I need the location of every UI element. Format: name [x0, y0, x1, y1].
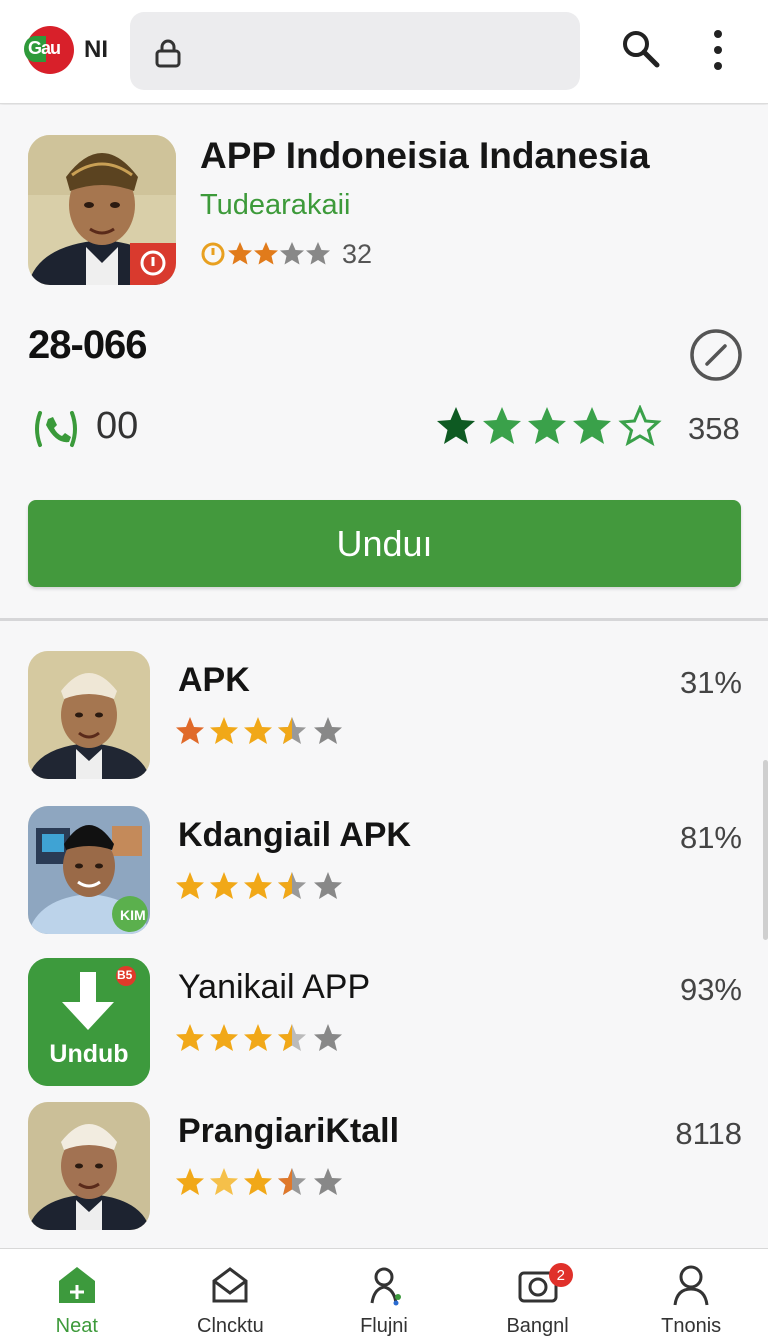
list-item[interactable]: B5 Undub Yanikail APP 93% — [0, 958, 768, 1098]
logo-badge: Gau — [24, 26, 74, 74]
list-item[interactable]: KIM Kdangiail APK 81% — [0, 806, 768, 946]
nav-label: Clncktu — [197, 1315, 264, 1337]
nav-label: Tnonis — [661, 1315, 722, 1337]
nav-item-bangnl[interactable]: 2 Bangnl — [461, 1249, 615, 1344]
list-item-stars — [176, 1024, 342, 1051]
app-rating-row: 32 — [200, 237, 372, 271]
nav-label: Flujni — [360, 1315, 408, 1337]
list-item-stars — [176, 1168, 342, 1195]
notification-badge: 2 — [548, 1263, 573, 1287]
list-item[interactable]: PrangiariKtall 8118 — [0, 1102, 768, 1242]
icon-download-label: Undub — [49, 1040, 129, 1068]
app-developer-link[interactable]: Tudearakaii — [200, 189, 350, 222]
list-item-title: APK — [178, 661, 250, 699]
logo-text: NI — [84, 36, 108, 63]
download-button[interactable]: Unduı — [28, 500, 741, 587]
bottom-navigation: Neat Clncktu Flujni 2 Bangnl Tnonis — [0, 1248, 768, 1344]
home-icon — [58, 1267, 95, 1303]
icon-badge-text: B5 — [117, 968, 133, 982]
app-icon — [28, 135, 176, 285]
nav-item-neat[interactable]: Neat — [0, 1249, 154, 1344]
more-vert-icon[interactable] — [704, 28, 732, 72]
section-divider — [0, 618, 768, 621]
nav-item-clncktu[interactable]: Clncktu — [154, 1249, 308, 1344]
list-item-stars — [176, 872, 342, 899]
list-item-icon — [28, 1102, 150, 1230]
top-bar: Gau NI — [0, 0, 768, 104]
star-icon — [228, 242, 252, 265]
mail-icon — [212, 1267, 248, 1303]
list-item-percent: 93% — [679, 972, 742, 1007]
list-item[interactable]: APK 31% — [0, 651, 768, 791]
svg-text:KIM: KIM — [120, 907, 146, 923]
rating-count: 32 — [342, 238, 373, 269]
list-item-title: PrangiariKtall — [178, 1112, 400, 1150]
list-item-title: Kdangiail APK — [178, 816, 411, 854]
list-item-icon — [28, 651, 150, 779]
app-title: APP Indoneisia Indanesia — [200, 135, 650, 176]
search-icon[interactable] — [620, 28, 660, 68]
small-rating-stars — [201, 242, 330, 266]
lock-icon — [155, 39, 181, 68]
app-detail-card: APP Indoneisia Indanesia Tudearakaii 32 … — [0, 105, 768, 620]
nav-item-tnonis[interactable]: Tnonis — [614, 1249, 768, 1344]
brand-logo[interactable]: Gau NI — [24, 26, 116, 74]
rating-value: 358 — [688, 411, 740, 446]
nav-item-flujni[interactable]: Flujni — [307, 1249, 461, 1344]
version-number: 28-066 — [28, 323, 148, 367]
list-item-stars — [176, 717, 342, 744]
nav-label: Neat — [55, 1315, 98, 1337]
list-item-percent: 81% — [679, 820, 742, 855]
list-item-title: Yanikail APP — [178, 968, 371, 1006]
edit-circle-icon[interactable] — [688, 327, 744, 383]
logo-badge-text: Gau — [28, 38, 61, 58]
phone-call-icon[interactable] — [30, 403, 82, 455]
scrollbar[interactable] — [763, 760, 768, 940]
big-rating-stars — [437, 405, 662, 447]
list-item-icon: B5 Undub — [28, 958, 150, 1086]
list-item-icon: KIM — [28, 806, 150, 934]
phone-count: 00 — [96, 405, 139, 447]
nav-label: Bangnl — [506, 1315, 569, 1337]
address-bar[interactable] — [130, 12, 580, 90]
person-icon — [673, 1265, 709, 1306]
list-item-percent: 8118 — [675, 1116, 742, 1151]
person-refresh-icon — [370, 1267, 401, 1306]
list-item-percent: 31% — [679, 665, 742, 700]
